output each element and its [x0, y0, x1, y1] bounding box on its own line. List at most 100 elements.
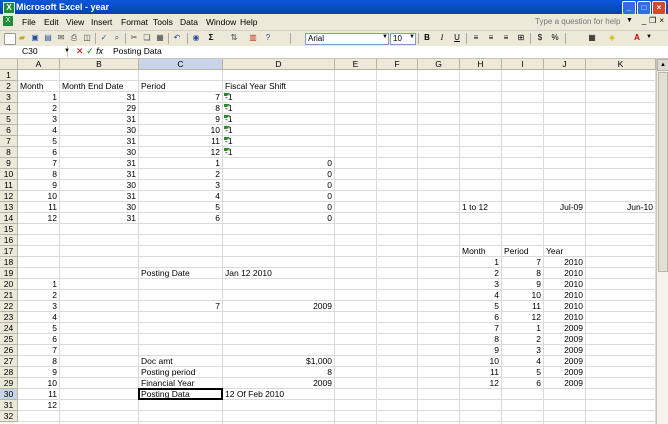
row-header-11[interactable]: 11 — [0, 180, 18, 191]
cell-a6[interactable]: 4 — [18, 125, 60, 136]
cell-c13[interactable]: 5 — [139, 202, 223, 213]
cell-a2[interactable]: Month — [18, 81, 62, 92]
cell-j18[interactable]: 2010 — [544, 257, 586, 268]
percent-button[interactable]: % — [550, 33, 560, 43]
cell-d30[interactable]: 12 Of Feb 2010 — [223, 389, 337, 400]
cell-c29[interactable]: Financial Year — [139, 378, 225, 389]
chart-wizard-icon[interactable]: ▥ — [248, 33, 258, 43]
cell-d9[interactable]: 0 — [223, 158, 335, 169]
bold-button[interactable]: B — [422, 33, 432, 43]
row-header-10[interactable]: 10 — [0, 169, 18, 180]
open-icon[interactable]: ▰ — [17, 33, 27, 43]
cell-h29[interactable]: 12 — [460, 378, 502, 389]
cell-c14[interactable]: 6 — [139, 213, 223, 224]
cell-d19[interactable]: Jan 12 2010 — [223, 268, 337, 279]
cell-c19[interactable]: Posting Date — [139, 268, 225, 279]
cell-i21[interactable]: 10 — [502, 290, 544, 301]
cell-h27[interactable]: 10 — [460, 356, 502, 367]
cell-d2[interactable]: Fiscal Year Shift — [223, 81, 337, 92]
column-header-g[interactable]: G — [418, 59, 460, 70]
cell-c10[interactable]: 2 — [139, 169, 223, 180]
cell-d22[interactable]: 2009 — [223, 301, 335, 312]
cell-j29[interactable]: 2009 — [544, 378, 586, 389]
copy-icon[interactable]: ❏ — [142, 33, 152, 43]
merge-center-icon[interactable]: ⊞ — [516, 33, 526, 43]
row-header-23[interactable]: 23 — [0, 312, 18, 323]
row-header-13[interactable]: 13 — [0, 202, 18, 213]
row-header-22[interactable]: 22 — [0, 301, 18, 312]
row-header-12[interactable]: 12 — [0, 191, 18, 202]
font-name-select[interactable]: Arial — [305, 33, 389, 45]
cell-a21[interactable]: 2 — [18, 290, 60, 301]
cell-h24[interactable]: 7 — [460, 323, 502, 334]
cell-i22[interactable]: 11 — [502, 301, 544, 312]
menu-file[interactable]: File — [22, 17, 36, 27]
cell-j27[interactable]: 2009 — [544, 356, 586, 367]
cell-c27[interactable]: Doc amt — [139, 356, 225, 367]
row-header-16[interactable]: 16 — [0, 235, 18, 246]
menu-insert[interactable]: Insert — [91, 17, 112, 27]
column-header-a[interactable]: A — [18, 59, 60, 70]
column-header-f[interactable]: F — [377, 59, 418, 70]
hyperlink-icon[interactable]: ◉ — [191, 33, 201, 43]
cell-h22[interactable]: 5 — [460, 301, 502, 312]
cell-a4[interactable]: 2 — [18, 103, 60, 114]
cell-d8[interactable]: -1 — [223, 147, 337, 158]
cell-a12[interactable]: 10 — [18, 191, 60, 202]
minimize-button[interactable]: _ — [622, 1, 636, 15]
align-right-icon[interactable]: ≡ — [501, 33, 511, 43]
column-header-i[interactable]: I — [502, 59, 544, 70]
cell-c7[interactable]: 11 — [139, 136, 223, 147]
cell-h25[interactable]: 8 — [460, 334, 502, 345]
cell-a3[interactable]: 1 — [18, 92, 60, 103]
cell-h17[interactable]: Month — [460, 246, 504, 257]
cell-a23[interactable]: 4 — [18, 312, 60, 323]
cell-j24[interactable]: 2009 — [544, 323, 586, 334]
row-header-5[interactable]: 5 — [0, 114, 18, 125]
cell-i20[interactable]: 9 — [502, 279, 544, 290]
row-header-27[interactable]: 27 — [0, 356, 18, 367]
underline-button[interactable]: U — [452, 33, 462, 43]
cell-b9[interactable]: 31 — [60, 158, 139, 169]
cell-h21[interactable]: 4 — [460, 290, 502, 301]
help-icon[interactable]: ? — [263, 33, 273, 43]
row-header-17[interactable]: 17 — [0, 246, 18, 257]
row-header-9[interactable]: 9 — [0, 158, 18, 169]
cell-d4[interactable]: -1 — [223, 103, 337, 114]
column-header-c[interactable]: C — [139, 59, 223, 70]
cell-d12[interactable]: 0 — [223, 191, 335, 202]
new-icon[interactable] — [4, 33, 16, 45]
column-header-j[interactable]: J — [544, 59, 586, 70]
menu-view[interactable]: View — [66, 17, 84, 27]
formula-input[interactable]: Posting Data — [113, 46, 162, 57]
cell-j13[interactable]: Jul-09 — [544, 202, 586, 213]
cell-a27[interactable]: 8 — [18, 356, 60, 367]
worksheet-grid[interactable]: A B C D E F G H I J K 1 2 3 4 5 6 7 8 9 10 11 12 13 14 15 16 17 18 19… — [0, 59, 656, 424]
cell-d27[interactable]: $1,000 — [223, 356, 335, 367]
cut-icon[interactable]: ✂ — [129, 33, 139, 43]
cell-h23[interactable]: 6 — [460, 312, 502, 323]
menu-data[interactable]: Data — [180, 17, 198, 27]
cell-b13[interactable]: 30 — [60, 202, 139, 213]
cell-k13[interactable]: Jun-10 — [586, 202, 656, 213]
cell-b5[interactable]: 31 — [60, 114, 139, 125]
cell-j19[interactable]: 2010 — [544, 268, 586, 279]
align-center-icon[interactable]: ≡ — [486, 33, 496, 43]
cell-j20[interactable]: 2010 — [544, 279, 586, 290]
column-header-b[interactable]: B — [60, 59, 139, 70]
column-header-h[interactable]: H — [460, 59, 502, 70]
menu-window[interactable]: Window — [206, 17, 236, 27]
cell-b4[interactable]: 29 — [60, 103, 139, 114]
cell-d28[interactable]: 8 — [223, 367, 335, 378]
spelling-icon[interactable]: ✓ — [99, 33, 109, 43]
cell-b14[interactable]: 31 — [60, 213, 139, 224]
cell-i24[interactable]: 1 — [502, 323, 544, 334]
italic-button[interactable]: I — [437, 33, 447, 43]
cell-d13[interactable]: 0 — [223, 202, 335, 213]
row-header-31[interactable]: 31 — [0, 400, 18, 411]
row-header-28[interactable]: 28 — [0, 367, 18, 378]
cell-c8[interactable]: 12 — [139, 147, 223, 158]
cell-a5[interactable]: 3 — [18, 114, 60, 125]
row-header-20[interactable]: 20 — [0, 279, 18, 290]
doc-close-button[interactable]: × — [659, 16, 664, 25]
